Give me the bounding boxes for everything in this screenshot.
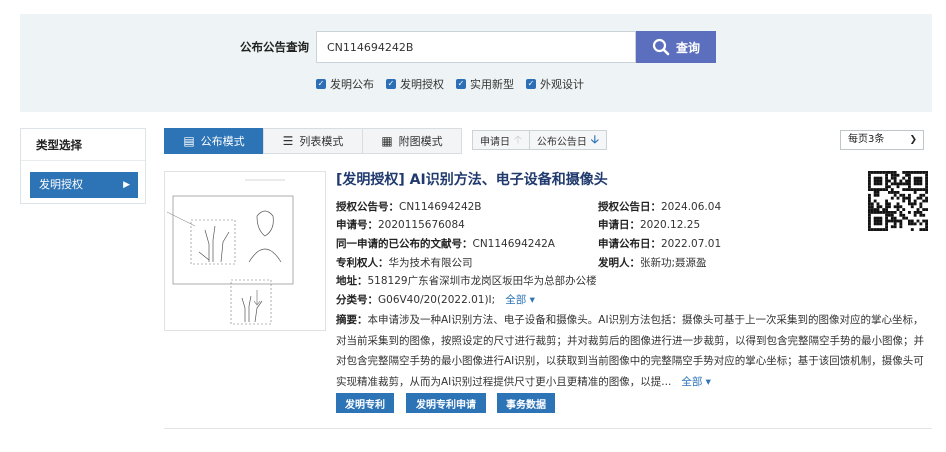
arrow-up-icon: 🡡	[514, 132, 522, 146]
sort-label: 公布公告日	[536, 136, 587, 148]
field-value: 华为技术有限公司	[388, 257, 473, 269]
grid-icon: ▦	[381, 134, 393, 148]
field-key: 发明人：	[598, 257, 640, 269]
tab-publication-mode[interactable]: ▤ 公布模式	[164, 128, 264, 154]
field-key: 申请号：	[336, 219, 378, 231]
abstract-expand-link[interactable]: 全部 ▾	[675, 376, 711, 388]
filter-label: 实用新型	[470, 78, 514, 91]
abstract: 摘要：本申请涉及一种AI识别方法、电子设备和摄像头。AI识别方法包括：摄像头可基…	[336, 310, 930, 392]
tab-label: 列表模式	[299, 135, 344, 148]
field-key: 授权公告号：	[336, 201, 399, 213]
field-key: 专利权人：	[336, 257, 389, 269]
field-classification: 分类号：G06V40/20(2022.01)I; 全部 ▾	[336, 292, 535, 307]
sidebar-item-invention-grant[interactable]: 发明授权 ▶	[30, 172, 138, 198]
search-button-label: 查询	[675, 40, 700, 55]
sidebar-item-label: 发明授权	[39, 178, 83, 191]
patent-drawing-image	[166, 179, 294, 325]
tab-label: 附图模式	[398, 135, 443, 148]
sort-publication-date[interactable]: 公布公告日 🡣	[528, 131, 606, 149]
field-value: 张新功;聂源盈	[640, 257, 707, 269]
result-divider	[164, 428, 932, 429]
field-value: CN114694242B	[399, 201, 482, 213]
field-grant-publication-date: 授权公告日：2024.06.04	[598, 199, 721, 214]
filter-label: 外观设计	[540, 78, 584, 91]
classification-expand-link[interactable]: 全部 ▾	[499, 294, 535, 306]
field-key: 同一申请的已公布的文献号：	[336, 238, 473, 250]
filter-invention-publication[interactable]: ✓ 发明公布	[316, 76, 374, 92]
search-panel: 公布公告查询 查询 ✓ 发明公布 ✓ 发明授权 ✓ 实用新型 ✓ 外观设计	[20, 14, 932, 112]
per-page-select[interactable]: 每页3条 ❯	[840, 130, 924, 150]
filter-design[interactable]: ✓ 外观设计	[526, 76, 584, 92]
expand-label: 全部	[505, 294, 527, 306]
filter-label: 发明公布	[330, 78, 374, 91]
search-label: 公布公告查询	[240, 40, 309, 54]
list-icon: ☰	[282, 134, 294, 148]
field-value: 2020.12.25	[640, 219, 701, 231]
field-same-application-doc: 同一申请的已公布的文献号：CN114694242A	[336, 236, 555, 251]
checkbox-checked-icon[interactable]: ✓	[456, 79, 466, 89]
field-patentee: 专利权人：华为技术有限公司	[336, 255, 473, 270]
field-application-number: 申请号：2020115676084	[336, 217, 465, 232]
field-value: 518129广东省深圳市龙岗区坂田华为总部办公楼	[367, 275, 597, 287]
field-address: 地址：518129广东省深圳市龙岗区坂田华为总部办公楼	[336, 273, 597, 288]
arrow-down-icon: 🡣	[590, 132, 599, 146]
field-value: G06V40/20(2022.01)I;	[378, 294, 496, 306]
expand-label: 全部	[681, 375, 703, 388]
filter-invention-grant[interactable]: ✓ 发明授权	[386, 76, 444, 92]
invention-patent-button[interactable]: 发明专利	[336, 393, 394, 413]
field-value: 2024.06.04	[661, 201, 722, 213]
field-key: 授权公告日：	[598, 201, 661, 213]
checkbox-checked-icon[interactable]: ✓	[386, 79, 396, 89]
tab-figure-mode[interactable]: ▦ 附图模式	[362, 128, 462, 154]
search-input[interactable]	[316, 31, 636, 63]
filter-utility-model[interactable]: ✓ 实用新型	[456, 76, 514, 92]
search-button[interactable]: 查询	[636, 31, 716, 63]
search-icon	[652, 38, 670, 56]
list-detail-icon: ▤	[183, 134, 195, 148]
field-value: 2022.07.01	[661, 238, 722, 250]
checkbox-checked-icon[interactable]: ✓	[316, 79, 326, 89]
sidebar-title: 类型选择	[21, 129, 145, 161]
invention-application-button[interactable]: 发明专利申请	[406, 393, 486, 413]
filter-label: 发明授权	[400, 78, 444, 91]
field-value: 2020115676084	[378, 219, 465, 231]
field-key: 地址：	[336, 275, 368, 287]
patent-drawing-thumbnail[interactable]	[164, 171, 326, 331]
field-application-publication-date: 申请公布日：2022.07.01	[598, 236, 721, 251]
type-sidebar: 类型选择 发明授权 ▶	[20, 128, 146, 204]
per-page-value: 每页3条	[848, 134, 885, 145]
caret-down-icon: ▾	[705, 375, 711, 388]
abstract-label: 摘要：	[336, 314, 368, 326]
sort-label: 申请日	[480, 136, 510, 148]
chevron-right-icon: ▶	[123, 180, 130, 190]
field-key: 申请日：	[598, 219, 640, 231]
transaction-data-button[interactable]: 事务数据	[497, 393, 555, 413]
tab-label: 公布模式	[200, 135, 245, 148]
field-grant-publication-number: 授权公告号：CN114694242B	[336, 199, 482, 214]
field-value: CN114694242A	[472, 238, 556, 250]
checkbox-checked-icon[interactable]: ✓	[526, 79, 536, 89]
field-inventor: 发明人：张新功;聂源盈	[598, 255, 707, 270]
chevron-down-icon: ❯	[909, 135, 917, 145]
result-title[interactable]: [发明授权] AI识别方法、电子设备和摄像头	[336, 169, 608, 189]
sort-application-date[interactable]: 申请日 🡡	[473, 131, 529, 149]
qr-code-icon	[868, 171, 928, 231]
tab-list-mode[interactable]: ☰ 列表模式	[263, 128, 363, 154]
field-application-date: 申请日：2020.12.25	[598, 217, 700, 232]
field-key: 分类号：	[336, 294, 378, 306]
abstract-text: 本申请涉及一种AI识别方法、电子设备和摄像头。AI识别方法包括：摄像头可基于上一…	[336, 314, 924, 388]
field-key: 申请公布日：	[598, 238, 661, 250]
type-filters: ✓ 发明公布 ✓ 发明授权 ✓ 实用新型 ✓ 外观设计	[316, 76, 584, 92]
sort-group: 申请日 🡡 公布公告日 🡣	[472, 130, 607, 150]
caret-down-icon: ▾	[529, 294, 535, 306]
